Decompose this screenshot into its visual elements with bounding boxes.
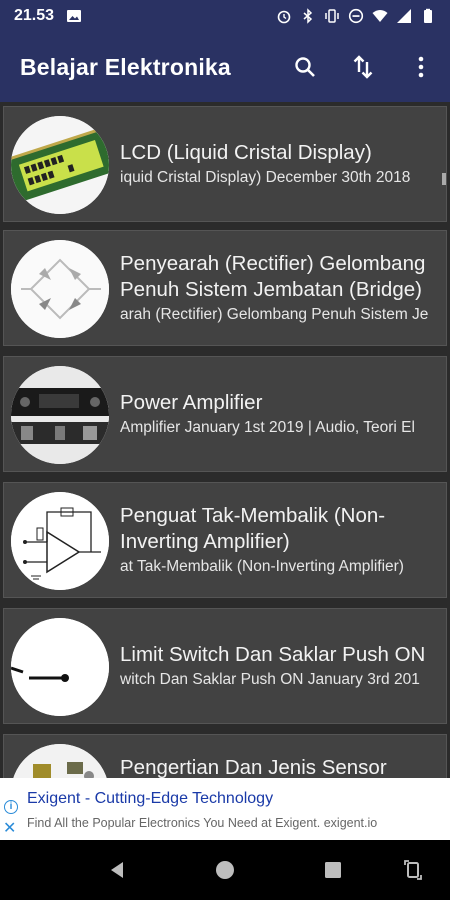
- article-card[interactable]: Penguat Tak-Membalik (Non-Inverting Ampl…: [3, 482, 447, 598]
- search-icon: [295, 57, 315, 77]
- switch-symbol-thumbnail: [11, 618, 109, 716]
- signal-icon: [397, 9, 411, 23]
- article-subtitle: Amplifier January 1st 2019 | Audio, Teor…: [120, 419, 415, 436]
- sort-button[interactable]: [334, 39, 392, 95]
- dnd-icon: [348, 8, 364, 24]
- app-title: Belajar Elektronika: [20, 53, 231, 80]
- vibrate-icon: [325, 9, 339, 23]
- status-bar: 21.53: [0, 0, 450, 32]
- battery-icon: [424, 8, 432, 23]
- lcd-module-thumbnail: [11, 116, 109, 214]
- image-icon: [67, 10, 82, 22]
- back-icon: [111, 862, 123, 878]
- search-button[interactable]: [276, 39, 334, 95]
- article-card[interactable]: Limit Switch Dan Saklar Push ON witch Da…: [3, 608, 447, 724]
- recents-icon: [325, 862, 341, 878]
- alarm-icon: [277, 10, 291, 24]
- sensor-thumbnail: [11, 744, 109, 778]
- article-list[interactable]: LCD (Liquid Cristal Display) iquid Crist…: [0, 102, 450, 778]
- article-subtitle: iquid Cristal Display) December 30th 201…: [120, 169, 411, 186]
- article-title: Power Amplifier: [120, 391, 263, 414]
- ad-description[interactable]: Find All the Popular Electronics You Nee…: [27, 816, 377, 830]
- marquee-indicator: [442, 173, 446, 185]
- app-bar: Belajar Elektronika: [0, 32, 450, 102]
- power-amplifier-thumbnail: [11, 366, 109, 464]
- status-time: 21.53: [14, 7, 55, 24]
- ad-close-icon[interactable]: ✕: [3, 821, 16, 837]
- article-title: LCD (Liquid Cristal Display): [120, 141, 372, 164]
- ad-banner[interactable]: i ✕ Exigent - Cutting-Edge Technology Fi…: [0, 778, 450, 840]
- ad-title[interactable]: Exigent - Cutting-Edge Technology: [27, 790, 273, 808]
- article-title: Penyearah (Rectifier) Gelombang Penuh Si…: [120, 252, 426, 301]
- article-title: Limit Switch Dan Saklar Push ON: [120, 643, 426, 666]
- bluetooth-icon: [303, 8, 313, 24]
- wifi-icon: [372, 10, 388, 22]
- rotate-button[interactable]: [398, 855, 428, 885]
- back-button[interactable]: [102, 855, 132, 885]
- rotate-icon: [404, 860, 422, 880]
- article-title: Penguat Tak-Membalik (Non-Inverting Ampl…: [120, 504, 386, 553]
- more-vert-icon: [418, 56, 424, 78]
- opamp-circuit-thumbnail: [11, 492, 109, 590]
- home-icon: [216, 861, 234, 879]
- navigation-bar: [0, 840, 450, 900]
- bridge-rectifier-diagram-thumbnail: [11, 240, 109, 338]
- more-options-button[interactable]: [392, 39, 450, 95]
- article-subtitle: witch Dan Saklar Push ON January 3rd 201: [120, 671, 420, 688]
- ad-info-icon[interactable]: i: [4, 800, 18, 814]
- article-subtitle: arah (Rectifier) Gelombang Penuh Sistem …: [120, 306, 429, 323]
- article-card[interactable]: Power Amplifier Amplifier January 1st 20…: [3, 356, 447, 472]
- article-subtitle: at Tak-Membalik (Non-Inverting Amplifier…: [120, 558, 404, 575]
- sort-icon: [353, 55, 373, 79]
- article-title: Pengertian Dan Jenis Sensor: [120, 756, 387, 778]
- article-card[interactable]: LCD (Liquid Cristal Display) iquid Crist…: [3, 106, 447, 222]
- article-card[interactable]: Pengertian Dan Jenis Sensor: [3, 734, 447, 778]
- article-card[interactable]: Penyearah (Rectifier) Gelombang Penuh Si…: [3, 230, 447, 346]
- recents-button[interactable]: [318, 855, 348, 885]
- home-button[interactable]: [210, 855, 240, 885]
